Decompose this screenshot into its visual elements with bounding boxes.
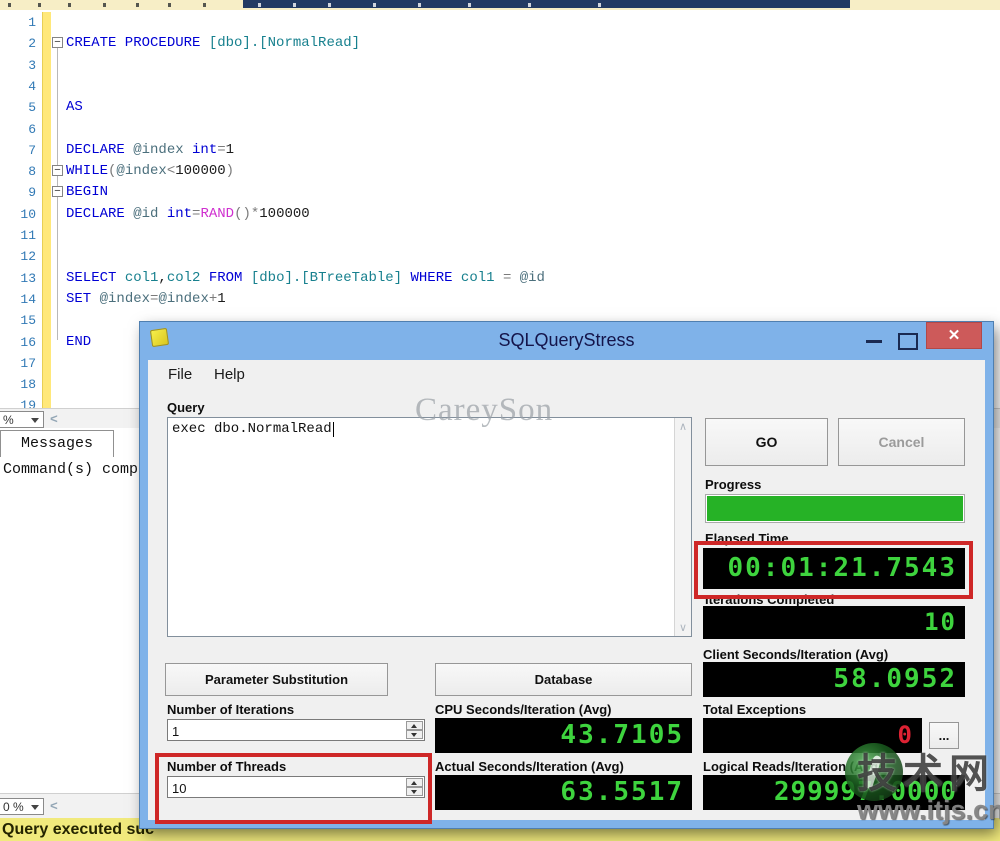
code-line: DECLARE @index int=1	[66, 140, 234, 161]
line-number: 7	[2, 140, 36, 161]
line-number: 17	[2, 353, 36, 374]
annotation-box-number-of-threads	[155, 753, 432, 824]
query-textarea[interactable]: exec dbo.NormalRead ∧ ∨	[167, 417, 692, 637]
code-line: END	[66, 332, 91, 353]
progress-fill	[707, 496, 963, 521]
fold-toggle[interactable]: −	[52, 37, 63, 48]
toolbar-strip-dark-segment	[243, 0, 850, 8]
spin-down-button[interactable]	[406, 730, 423, 739]
line-number: 5	[2, 97, 36, 118]
line-number: 16	[2, 332, 36, 353]
query-label: Query	[167, 400, 205, 415]
editor-zoom-value: %	[3, 413, 14, 427]
editor-zoom-select[interactable]: %	[0, 411, 44, 428]
pane-zoom-select[interactable]: 0 %	[0, 798, 44, 815]
line-number: 14	[2, 289, 36, 310]
line-number: 9	[2, 182, 36, 203]
code-line: AS	[66, 97, 83, 118]
maximize-button[interactable]	[898, 333, 918, 350]
code-line: BEGIN	[66, 182, 108, 203]
code-line: SET @index=@index+1	[66, 289, 226, 310]
hscroll-left-arrow-icon[interactable]: <	[50, 412, 58, 427]
iterations-input[interactable]	[168, 720, 404, 741]
line-number: 3	[2, 55, 36, 76]
triangle-up-icon	[411, 724, 417, 728]
minimize-button[interactable]	[866, 340, 882, 343]
menu-file[interactable]: File	[168, 366, 192, 383]
iterations-completed-display: 10	[703, 606, 965, 639]
pane-zoom-value: 0 %	[3, 800, 24, 814]
query-scrollbar[interactable]: ∧ ∨	[674, 418, 691, 636]
progress-bar	[705, 494, 965, 523]
cancel-button[interactable]: Cancel	[838, 418, 965, 466]
status-text: Query executed suc	[2, 821, 154, 839]
line-number: 10	[2, 204, 36, 225]
line-number: 19	[2, 395, 36, 408]
line-number: 2	[2, 33, 36, 54]
line-number: 15	[2, 310, 36, 331]
site-watermark-name: 技术网	[857, 741, 995, 799]
fold-toggle[interactable]: −	[52, 165, 63, 176]
triangle-down-icon	[411, 733, 417, 737]
site-watermark: 技术网 www.itjs.cn	[815, 733, 1000, 841]
line-number: 1	[2, 12, 36, 33]
parameter-substitution-button[interactable]: Parameter Substitution	[165, 663, 388, 696]
total-exceptions-label: Total Exceptions	[703, 702, 806, 717]
code-line: DECLARE @id int=RAND()*100000	[66, 204, 310, 225]
tab-messages[interactable]: Messages	[0, 430, 114, 457]
toolbar-strip-glyphs	[8, 3, 11, 7]
database-button[interactable]: Database	[435, 663, 692, 696]
line-number: 18	[2, 374, 36, 395]
text-caret	[333, 422, 334, 437]
fold-toggle[interactable]: −	[52, 186, 63, 197]
code-line: WHILE(@index<100000)	[66, 161, 234, 182]
line-number: 6	[2, 119, 36, 140]
go-button[interactable]: GO	[705, 418, 828, 466]
code-line: SELECT col1,col2 FROM [dbo].[BTreeTable]…	[66, 268, 545, 289]
careyson-watermark: CareySon	[415, 392, 553, 429]
close-button[interactable]: ✕	[926, 322, 982, 349]
messages-output-text: Command(s) comple	[3, 461, 156, 478]
line-number: 4	[2, 76, 36, 97]
client-seconds-display: 58.0952	[703, 662, 965, 697]
number-of-iterations-label: Number of Iterations	[167, 702, 294, 717]
hscroll-left-arrow-icon[interactable]: <	[50, 799, 58, 814]
line-number: 8	[2, 161, 36, 182]
changed-lines-bar	[42, 12, 51, 408]
menu-help[interactable]: Help	[214, 366, 245, 383]
title-bar[interactable]: SQLQueryStress ✕	[140, 322, 993, 360]
client-seconds-label: Client Seconds/Iteration (Avg)	[703, 647, 888, 662]
line-number: 13	[2, 268, 36, 289]
screen: 12345678910111213141516171819 −−− CREATE…	[0, 0, 1000, 841]
chevron-down-icon	[31, 418, 39, 423]
scroll-down-icon[interactable]: ∨	[675, 621, 691, 634]
annotation-box-elapsed-time	[694, 541, 973, 599]
site-watermark-url: www.itjs.cn	[857, 795, 1000, 826]
toolbar-strip	[0, 0, 1000, 10]
progress-label: Progress	[705, 477, 761, 492]
iterations-stepper[interactable]	[167, 719, 425, 741]
actual-seconds-display: 63.5517	[435, 775, 692, 810]
line-number: 11	[2, 225, 36, 246]
spin-up-button[interactable]	[406, 721, 423, 730]
actual-seconds-label: Actual Seconds/Iteration (Avg)	[435, 759, 624, 774]
chevron-down-icon	[31, 805, 39, 810]
line-number: 12	[2, 246, 36, 267]
scroll-up-icon[interactable]: ∧	[675, 420, 691, 433]
cpu-seconds-label: CPU Seconds/Iteration (Avg)	[435, 702, 611, 717]
cpu-seconds-display: 43.7105	[435, 718, 692, 753]
query-text: exec dbo.NormalRead	[172, 421, 332, 437]
code-line: CREATE PROCEDURE [dbo].[NormalRead]	[66, 33, 360, 54]
line-number-gutter: 12345678910111213141516171819	[0, 10, 40, 408]
